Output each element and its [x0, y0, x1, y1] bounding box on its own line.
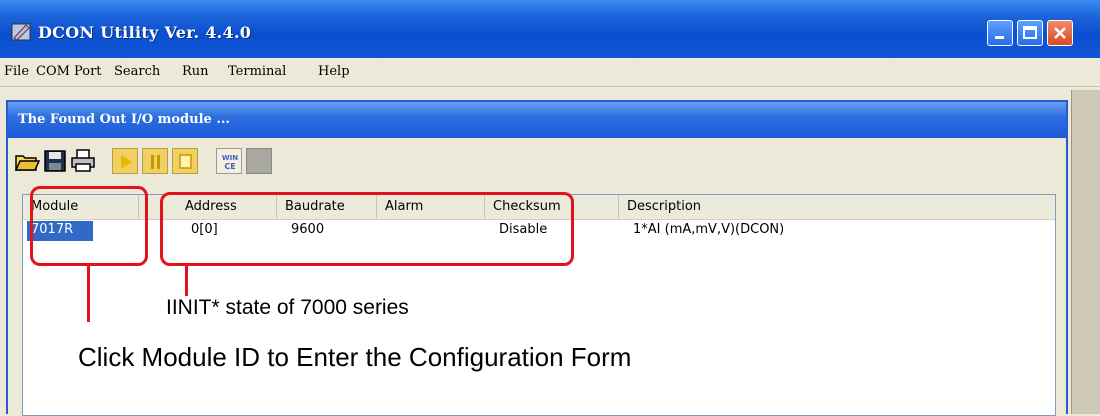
init-state-highlight-box — [160, 192, 574, 266]
run-button[interactable] — [112, 148, 138, 174]
click-hint-annotation: Click Module ID to Enter the Configurati… — [78, 342, 632, 372]
wince-label-bottom: CE — [224, 162, 235, 171]
child-title-bar[interactable]: The Found Out I/O module ... — [8, 102, 1066, 138]
menu-file[interactable]: File — [4, 64, 29, 79]
menu-bar: File COM Port Search Run Terminal Help — [0, 58, 1100, 87]
menu-terminal[interactable]: Terminal — [228, 64, 286, 79]
stop-button[interactable] — [172, 148, 198, 174]
main-window-scroll-area[interactable] — [1071, 90, 1100, 414]
toolbar: WIN CE — [10, 142, 1060, 182]
init-pointer-line — [185, 266, 188, 296]
column-description[interactable]: Description — [619, 195, 1055, 219]
save-button[interactable] — [42, 148, 68, 174]
wince-label-top: WIN — [222, 154, 238, 162]
menu-help[interactable]: Help — [318, 64, 350, 79]
blank-button-icon — [247, 149, 273, 175]
row-description: 1*AI (mA,mV,V)(DCON) — [633, 222, 785, 237]
pause-icon — [151, 155, 160, 169]
stop-icon — [179, 154, 192, 169]
close-icon — [1054, 27, 1066, 39]
open-button[interactable] — [14, 148, 40, 174]
minimize-button[interactable] — [987, 20, 1013, 46]
minimize-icon — [995, 36, 1004, 39]
maximize-icon — [1023, 26, 1037, 39]
maximize-button[interactable] — [1017, 20, 1043, 46]
menu-run[interactable]: Run — [182, 64, 209, 79]
close-button[interactable] — [1047, 20, 1073, 46]
wince-icon: WIN CE — [222, 154, 238, 171]
dcon-app-icon — [11, 23, 31, 41]
disabled-tool-button[interactable] — [246, 148, 272, 174]
module-highlight-box — [30, 186, 148, 266]
print-icon — [71, 149, 95, 172]
menu-search[interactable]: Search — [114, 64, 160, 79]
save-icon — [44, 150, 66, 172]
pause-button[interactable] — [142, 148, 168, 174]
print-button[interactable] — [70, 148, 96, 174]
module-pointer-line — [87, 266, 90, 322]
open-folder-icon — [14, 155, 40, 171]
wince-button[interactable]: WIN CE — [216, 148, 242, 174]
menu-com-port[interactable]: COM Port — [36, 64, 102, 79]
window-title: DCON Utility Ver. 4.4.0 — [38, 23, 252, 42]
main-window: DCON Utility Ver. 4.4.0 File COM Port Se… — [0, 0, 1100, 416]
play-icon — [121, 155, 132, 169]
init-state-annotation: IINIT* state of 7000 series — [166, 296, 409, 319]
title-bar[interactable]: DCON Utility Ver. 4.4.0 — [0, 0, 1100, 58]
child-window-title: The Found Out I/O module ... — [18, 112, 230, 127]
